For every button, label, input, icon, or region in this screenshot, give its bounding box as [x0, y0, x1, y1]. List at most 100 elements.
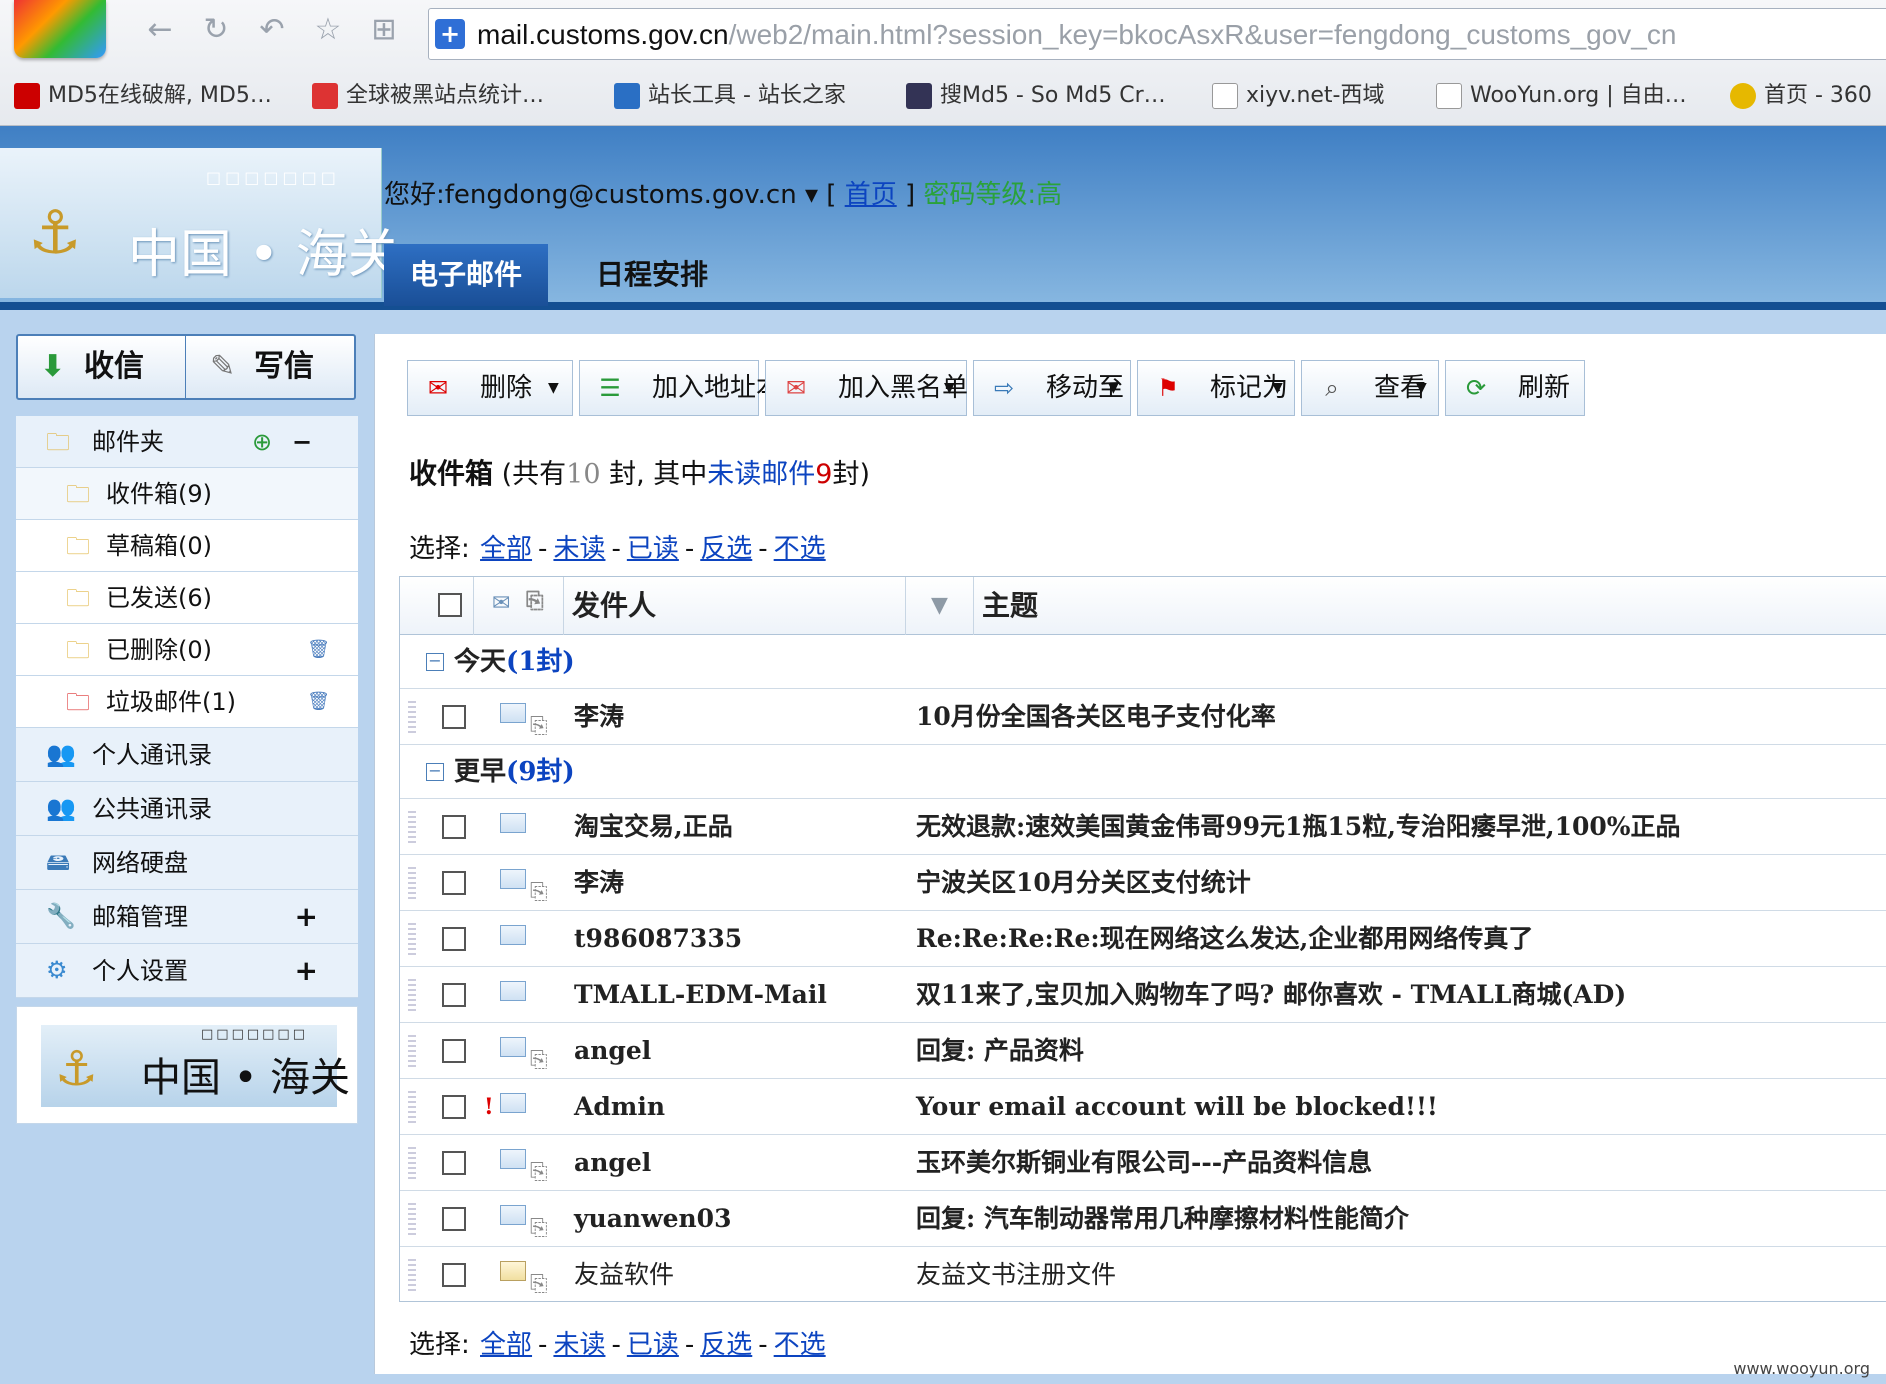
select-all-checkbox[interactable]	[438, 593, 462, 617]
user-menu-dropdown-icon[interactable]: ▾	[805, 180, 818, 210]
drag-handle-icon[interactable]	[408, 1147, 416, 1179]
bookmark[interactable]: xiyv.net-西域	[1212, 78, 1385, 114]
drag-handle-icon[interactable]	[408, 1203, 416, 1235]
row-checkbox[interactable]	[442, 927, 466, 951]
address-bar[interactable]: + mail.customs.gov.cn/web2/main.html?ses…	[428, 8, 1886, 60]
compose-button[interactable]: ✎ 写信	[188, 336, 356, 398]
table-row[interactable]: t986087335 Re:Re:Re:Re:现在网络这么发达,企业都用网络传真了	[400, 911, 1886, 967]
delete-button[interactable]: ✉ 删除 ▼	[407, 360, 573, 416]
folders-header[interactable]: 🗀 邮件夹 ⊕ −	[16, 416, 358, 468]
chevron-down-icon: ▼	[1416, 380, 1427, 396]
view-button[interactable]: ⌕ 查看 ▼	[1301, 360, 1439, 416]
drag-handle-icon[interactable]	[408, 923, 416, 955]
move-to-button[interactable]: ⇨ 移动至 ▼	[973, 360, 1131, 416]
drag-handle-icon[interactable]	[408, 1259, 416, 1291]
select-unread-link[interactable]: 未读	[553, 1330, 605, 1360]
sidebar-item-mailbox-management[interactable]: 🔧 邮箱管理 +	[16, 890, 358, 944]
sidebar-item-sent[interactable]: 🗀 已发送(6)	[16, 572, 358, 624]
mark-as-button[interactable]: ⚑ 标记为 ▼	[1137, 360, 1295, 416]
drag-handle-icon[interactable]	[408, 811, 416, 843]
sidebar-item-personal-settings[interactable]: ⚙ 个人设置 +	[16, 944, 358, 998]
row-checkbox[interactable]	[442, 1263, 466, 1287]
sidebar-item-network-disk[interactable]: 🖴 网络硬盘	[16, 836, 358, 890]
select-none-link[interactable]: 不选	[774, 534, 826, 564]
row-checkbox[interactable]	[442, 815, 466, 839]
table-row[interactable]: ⎘ angel 回复: 产品资料	[400, 1023, 1886, 1079]
table-row[interactable]: ⎘ yuanwen03 回复: 汽车制动器常用几种摩擦材料性能简介	[400, 1191, 1886, 1247]
row-checkbox[interactable]	[442, 983, 466, 1007]
table-row[interactable]: ⎘ 李涛 10月份全国各关区电子支付化率	[400, 689, 1886, 745]
trash-icon[interactable]: 🗑	[307, 676, 330, 728]
drag-handle-icon[interactable]	[408, 701, 416, 733]
user-email[interactable]: fengdong@customs.gov.cn	[445, 180, 797, 210]
col-from[interactable]: 发件人	[564, 577, 906, 635]
gear-icon: ⚙	[46, 956, 68, 984]
sidebar-item-deleted[interactable]: 🗀 已删除(0) 🗑	[16, 624, 358, 676]
row-checkbox[interactable]	[442, 1039, 466, 1063]
refresh-button[interactable]: ⟳ 刷新	[1445, 360, 1585, 416]
bookmark[interactable]: 全球被黑站点统计…	[312, 78, 544, 114]
bookmark[interactable]: 站长工具 - 站长之家	[614, 78, 846, 114]
tab-email[interactable]: 电子邮件	[384, 244, 549, 306]
collapse-toggle-icon[interactable]: −	[426, 763, 444, 781]
sidebar-item-personal-contacts[interactable]: 👥 个人通讯录	[16, 728, 358, 782]
toolbar: ✉ 删除 ▼ ☰ 加入地址本 ✉ 加入黑名单 ▼ ⇨ 移动至 ▼ ⚑ 标记为 ▼ ⌕ 查看 ▼ ⟳ 刷新	[407, 360, 1886, 416]
bookmark[interactable]: 搜Md5 - So Md5 Cr…	[906, 78, 1166, 114]
row-checkbox[interactable]	[442, 1151, 466, 1175]
sort-icon[interactable]: ▼	[906, 577, 974, 635]
unread-mail-icon	[500, 1149, 526, 1169]
mail-list-panel: ✉ 删除 ▼ ☰ 加入地址本 ✉ 加入黑名单 ▼ ⇨ 移动至 ▼ ⚑ 标记为 ▼ ⌕ 查看 ▼ ⟳ 刷新…	[374, 334, 1886, 1374]
deleted-folder-icon: 🗀	[66, 636, 90, 664]
table-row[interactable]: 淘宝交易,正品 无效退款:速效美国黄金伟哥99元1瓶15粒,专治阳痿早泄,100%…	[400, 799, 1886, 855]
sidebar-item-drafts[interactable]: 🗀 草稿箱(0)	[16, 520, 358, 572]
select-none-link[interactable]: 不选	[774, 1330, 826, 1360]
expand-icon[interactable]: +	[295, 944, 318, 998]
select-read-link[interactable]: 已读	[627, 534, 679, 564]
row-checkbox[interactable]	[442, 871, 466, 895]
table-row[interactable]: ⎘ angel 玉环美尔斯铜业有限公司---产品资料信息	[400, 1135, 1886, 1191]
drag-handle-icon[interactable]	[408, 979, 416, 1011]
bookmark[interactable]: 首页 - 360	[1730, 78, 1872, 114]
row-checkbox[interactable]	[442, 1095, 466, 1119]
select-invert-link[interactable]: 反选	[700, 534, 752, 564]
sidebar-item-public-contacts[interactable]: 👥 公共通讯录	[16, 782, 358, 836]
group-earlier[interactable]: − 更早(9封)	[400, 745, 1886, 799]
table-row[interactable]: ⎘ 友益软件 友益文书注册文件	[400, 1247, 1886, 1303]
table-row[interactable]: ! Admin Your email account will be blocke…	[400, 1079, 1886, 1135]
select-read-link[interactable]: 已读	[627, 1330, 679, 1360]
row-checkbox[interactable]	[442, 1207, 466, 1231]
select-all-link[interactable]: 全部	[480, 1330, 532, 1360]
grid-icon[interactable]: ⊞	[364, 10, 404, 50]
browser-logo-icon[interactable]	[14, 0, 106, 58]
add-folder-icon[interactable]: ⊕	[252, 416, 272, 468]
trash-icon[interactable]: 🗑	[307, 624, 330, 676]
tab-calendar[interactable]: 日程安排	[570, 244, 734, 306]
home-link[interactable]: 首页	[845, 180, 897, 210]
col-subject[interactable]: 主题	[982, 577, 1038, 635]
select-all-link[interactable]: 全部	[480, 534, 532, 564]
contacts-icon: 👥	[46, 740, 76, 768]
table-row[interactable]: TMALL-EDM-Mail 双11来了,宝贝加入购物车了吗? 邮你喜欢 - TM…	[400, 967, 1886, 1023]
drag-handle-icon[interactable]	[408, 1091, 416, 1123]
bookmark[interactable]: MD5在线破解, MD5…	[14, 78, 272, 114]
expand-icon[interactable]: +	[295, 890, 318, 944]
star-icon[interactable]: ☆	[308, 10, 348, 50]
table-row[interactable]: ⎘ 李涛 宁波关区10月分关区支付统计	[400, 855, 1886, 911]
select-invert-link[interactable]: 反选	[700, 1330, 752, 1360]
sidebar-item-inbox[interactable]: 🗀 收件箱(9)	[16, 468, 358, 520]
drag-handle-icon[interactable]	[408, 1035, 416, 1067]
row-checkbox[interactable]	[442, 705, 466, 729]
select-unread-link[interactable]: 未读	[553, 534, 605, 564]
add-to-blacklist-button[interactable]: ✉ 加入黑名单 ▼	[765, 360, 968, 416]
collapse-icon[interactable]: −	[292, 416, 312, 468]
drag-handle-icon[interactable]	[408, 867, 416, 899]
receive-button[interactable]: ⬇ 收信	[18, 336, 186, 398]
add-to-addressbook-button[interactable]: ☰ 加入地址本	[579, 360, 782, 416]
bookmark[interactable]: WooYun.org | 自由…	[1436, 78, 1687, 114]
refresh-icon[interactable]: ↻	[196, 10, 236, 50]
sidebar-item-spam[interactable]: 🗀 垃圾邮件(1) 🗑	[16, 676, 358, 728]
collapse-toggle-icon[interactable]: −	[426, 653, 444, 671]
back-arrow-icon[interactable]: ←	[140, 10, 180, 50]
undo-icon[interactable]: ↶	[252, 10, 292, 50]
group-today[interactable]: − 今天(1封)	[400, 635, 1886, 689]
